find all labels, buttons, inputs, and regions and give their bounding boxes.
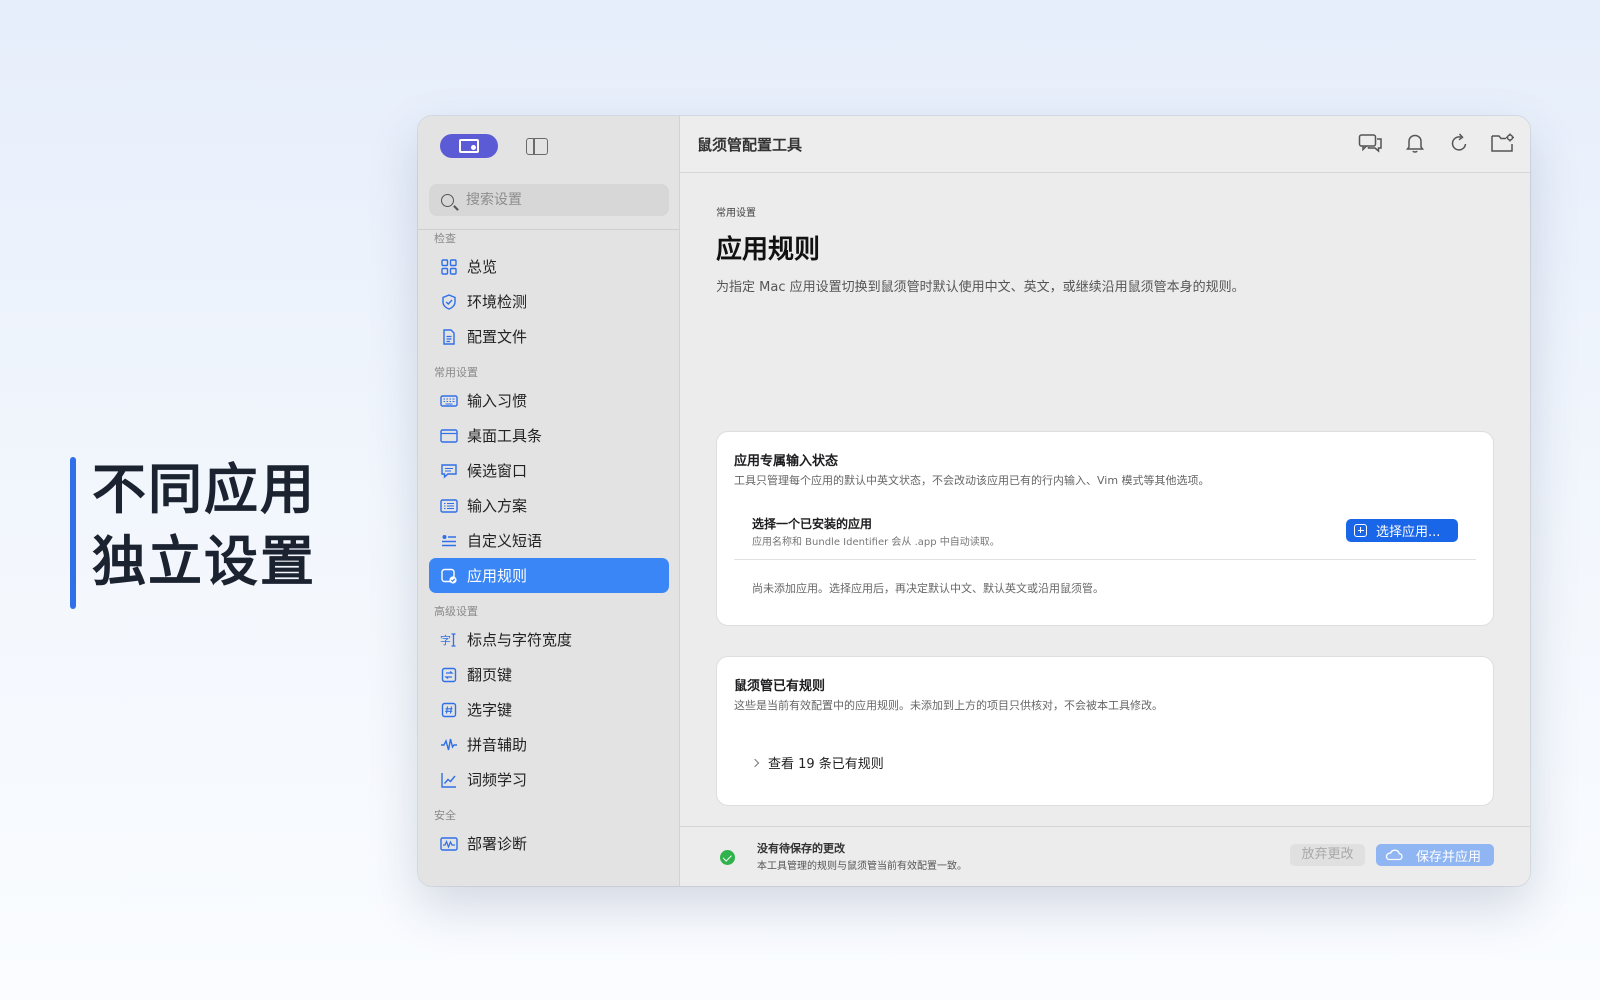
text-list-icon xyxy=(442,534,456,546)
cloud-upload-icon xyxy=(1385,849,1403,861)
group-label-advanced: 高级设置 xyxy=(434,605,478,618)
sidebar-item-label: 配置文件 xyxy=(467,328,528,346)
sidebar-item-desktop-toolbar[interactable]: 桌面工具条 xyxy=(429,418,669,453)
sidebar-item-label: 输入方案 xyxy=(467,497,528,515)
status-title: 没有待保存的更改 xyxy=(757,842,845,855)
sidebar-item-label: 词频学习 xyxy=(467,771,528,789)
main-pane: 鼠须管配置工具 常用设置 应用规则 为指定 Mac 应用设置切换到鼠须管时默认使… xyxy=(680,116,1530,886)
sidebar-nav: 检查 总览 环境检测 配置文件 常用设置 输入习惯 桌面工具条 候选窗口 输入方… xyxy=(429,228,669,861)
sidebar-item-input-schema[interactable]: 输入方案 xyxy=(429,488,669,523)
card-title: 鼠须管已有规则 xyxy=(734,679,826,694)
page-key-icon xyxy=(441,667,457,682)
sidebar-item-page-keys[interactable]: 翻页键 xyxy=(429,657,669,692)
search-bar[interactable] xyxy=(429,184,669,216)
card-title: 应用专属输入状态 xyxy=(734,454,839,469)
hash-key-icon xyxy=(441,702,457,717)
choose-app-button[interactable]: 选择应用... xyxy=(1346,519,1458,542)
sidebar-item-candidate-window[interactable]: 候选窗口 xyxy=(429,453,669,488)
existing-rules-card: 鼠须管已有规则 这些是当前有效配置中的应用规则。未添加到上方的项目只供核对，不会… xyxy=(716,656,1494,806)
keyboard-icon xyxy=(440,394,458,407)
sidebar-item-custom-phrases[interactable]: 自定义短语 xyxy=(429,523,669,558)
status-footer: 没有待保存的更改 本工具管理的规则与鼠须管当前有效配置一致。 放弃更改 保存并应… xyxy=(680,826,1530,886)
card-description: 这些是当前有效配置中的应用规则。未添加到上方的项目只供核对，不会被本工具修改。 xyxy=(734,699,1163,712)
plus-square-icon xyxy=(1354,524,1367,537)
char-width-icon: 字 xyxy=(440,633,456,647)
app-check-icon xyxy=(441,568,457,584)
sidebar: 检查 总览 环境检测 配置文件 常用设置 输入习惯 桌面工具条 xyxy=(418,116,680,886)
app-input-state-card: 应用专属输入状态 工具只管理每个应用的默认中英文状态，不会改动该应用已有的行内输… xyxy=(716,431,1494,626)
page-title: 应用规则 xyxy=(716,235,821,265)
app-title: 鼠须管配置工具 xyxy=(697,136,803,154)
save-and-apply-button[interactable]: 保存并应用 xyxy=(1376,844,1494,866)
sidebar-item-label: 输入习惯 xyxy=(467,392,528,410)
sidebar-item-env-check[interactable]: 环境检测 xyxy=(429,284,669,319)
chevron-right-icon xyxy=(750,758,760,767)
sidebar-item-label: 应用规则 xyxy=(467,567,528,585)
shield-check-icon xyxy=(442,293,456,310)
chat-bubble-icon xyxy=(441,463,457,479)
status-description: 本工具管理的规则与鼠须管当前有效配置一致。 xyxy=(757,861,967,872)
select-app-row-title: 选择一个已安装的应用 xyxy=(752,517,873,531)
monitor-wave-icon xyxy=(440,836,458,851)
window-icon xyxy=(440,428,458,443)
sidebar-item-label: 选字键 xyxy=(467,701,513,719)
sidebar-item-overview[interactable]: 总览 xyxy=(429,249,669,284)
sidebar-item-label: 候选窗口 xyxy=(467,462,528,480)
group-label-inspect: 检查 xyxy=(434,232,456,245)
sidebar-item-config-file[interactable]: 配置文件 xyxy=(429,319,669,354)
sidebar-item-input-habits[interactable]: 输入习惯 xyxy=(429,383,669,418)
group-label-common: 常用设置 xyxy=(434,366,478,379)
sidebar-item-label: 标点与字符宽度 xyxy=(467,631,573,649)
disclosure-label: 查看 19 条已有规则 xyxy=(768,757,884,772)
card-divider xyxy=(734,559,1476,560)
grid-icon xyxy=(441,258,457,275)
view-existing-rules-disclosure[interactable]: 查看 19 条已有规则 xyxy=(750,753,884,772)
document-icon xyxy=(443,328,455,345)
group-label-security: 安全 xyxy=(434,809,456,822)
sidebar-item-word-frequency[interactable]: 词频学习 xyxy=(429,762,669,797)
bell-icon[interactable] xyxy=(1402,130,1428,156)
titlebar: 鼠须管配置工具 xyxy=(680,116,1530,173)
select-app-row-description: 应用名称和 Bundle Identifier 会从 .app 中自动读取。 xyxy=(752,537,1000,548)
sidebar-item-select-keys[interactable]: 选字键 xyxy=(429,692,669,727)
search-input[interactable] xyxy=(466,192,646,208)
content-area: 常用设置 应用规则 为指定 Mac 应用设置切换到鼠须管时默认使用中文、英文，或… xyxy=(716,204,1494,806)
discard-changes-button[interactable]: 放弃更改 xyxy=(1290,844,1365,866)
sidebar-item-app-rules[interactable]: 应用规则 xyxy=(429,558,669,593)
list-box-icon xyxy=(440,498,458,513)
empty-state-note: 尚未添加应用。选择应用后，再决定默认中文、默认英文或沿用鼠须管。 xyxy=(752,582,1104,595)
sidebar-item-label: 自定义短语 xyxy=(467,532,543,550)
profile-view-button[interactable] xyxy=(440,134,498,158)
sidebar-item-label: 总览 xyxy=(467,258,498,276)
sidebar-item-pinyin-assist[interactable]: 拼音辅助 xyxy=(429,727,669,762)
save-and-apply-label: 保存并应用 xyxy=(1416,849,1482,865)
sidebar-item-label: 拼音辅助 xyxy=(467,736,528,754)
refresh-icon[interactable] xyxy=(1446,130,1472,156)
search-icon xyxy=(441,193,454,207)
card-description: 工具只管理每个应用的默认中英文状态，不会改动该应用已有的行内输入、Vim 模式等… xyxy=(734,474,1210,487)
folder-settings-icon[interactable] xyxy=(1490,130,1516,156)
sidebar-item-label: 翻页键 xyxy=(467,666,513,684)
sidebar-toggle-icon[interactable] xyxy=(526,138,548,155)
choose-app-label: 选择应用... xyxy=(1376,525,1441,540)
sidebar-item-label: 桌面工具条 xyxy=(467,427,543,445)
waveform-icon xyxy=(441,738,457,750)
checkmark-circle-icon xyxy=(720,850,735,865)
sidebar-item-punctuation-width[interactable]: 字 标点与字符宽度 xyxy=(429,622,669,657)
app-window: 检查 总览 环境检测 配置文件 常用设置 输入习惯 桌面工具条 xyxy=(418,116,1530,886)
promo-headline-2: 独立设置 xyxy=(92,530,316,593)
promo-accent-bar xyxy=(70,457,76,609)
sidebar-item-deploy-diagnostics[interactable]: 部署诊断 xyxy=(429,826,669,861)
sidebar-item-label: 部署诊断 xyxy=(467,835,528,853)
feedback-icon[interactable] xyxy=(1358,130,1384,156)
promo-headline-1: 不同应用 xyxy=(92,458,316,521)
promo-banner: 不同应用 独立设置 xyxy=(70,445,370,611)
breadcrumb: 常用设置 xyxy=(716,208,756,219)
sidebar-item-label: 环境检测 xyxy=(467,293,528,311)
toolbar-icons xyxy=(1358,130,1516,156)
profile-screen-icon xyxy=(459,139,479,153)
svg-text:字: 字 xyxy=(440,633,451,647)
chart-line-icon xyxy=(441,772,456,788)
page-description: 为指定 Mac 应用设置切换到鼠须管时默认使用中文、英文，或继续沿用鼠须管本身的… xyxy=(716,280,1245,295)
